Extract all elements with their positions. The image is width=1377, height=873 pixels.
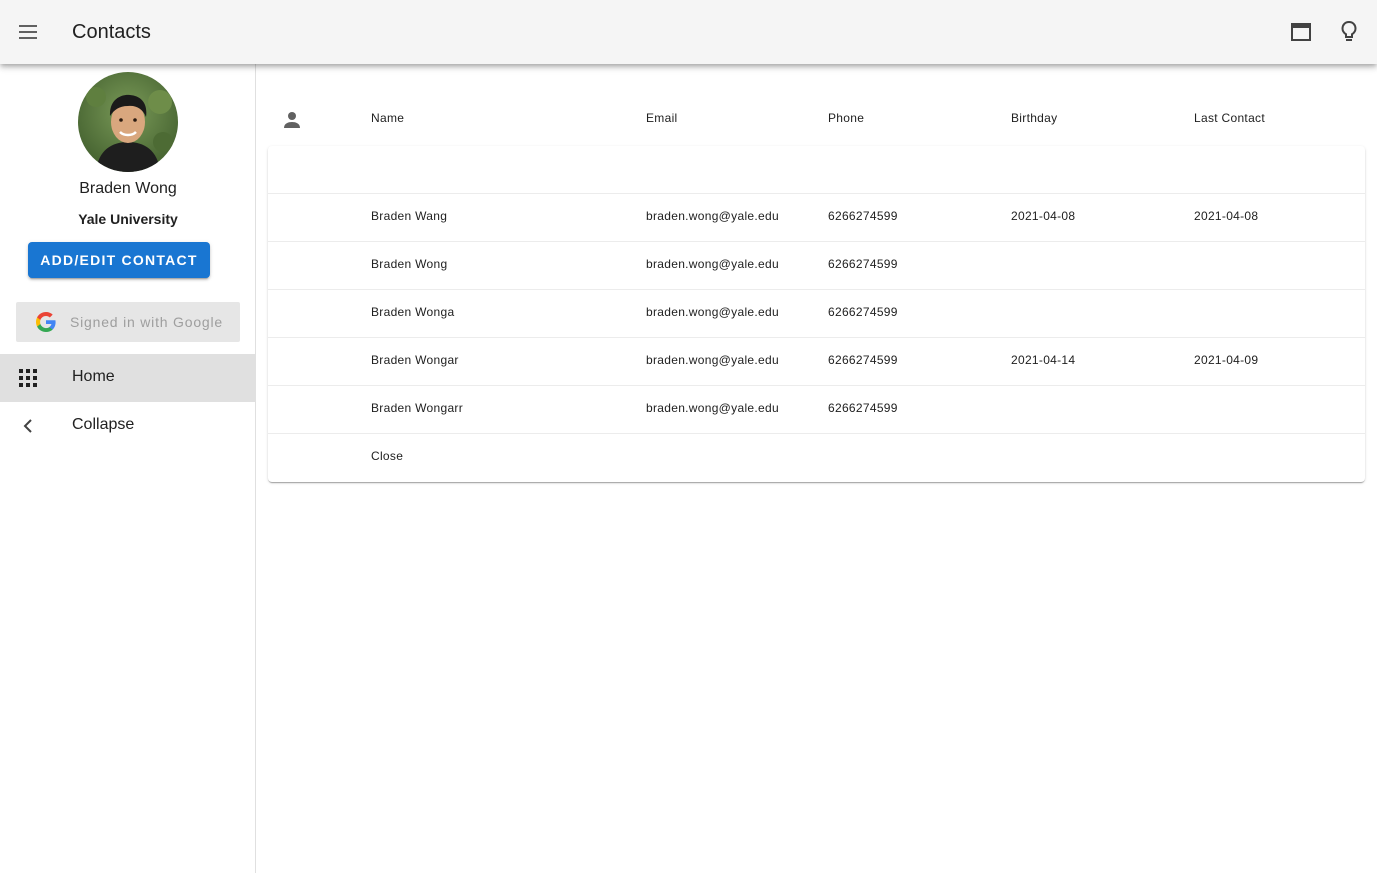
table-row[interactable]: Braden Wong braden.wong@yale.edu 6266274… (268, 242, 1365, 290)
cell-phone: 6266274599 (828, 209, 898, 223)
cell-name: Braden Wonga (371, 305, 455, 319)
table-row[interactable]: Braden Wongarr braden.wong@yale.edu 6266… (268, 386, 1365, 434)
column-header-last-contact[interactable]: Last Contact (1194, 111, 1265, 125)
close-link[interactable]: Close (371, 449, 403, 463)
google-signin-button[interactable]: Signed in with Google (16, 302, 240, 342)
profile-name: Braden Wong (79, 180, 177, 197)
profile-organization: Yale University (78, 211, 178, 227)
cell-name: Braden Wongarr (371, 401, 464, 415)
nav-item-home[interactable]: Home (0, 354, 255, 402)
menu-icon[interactable] (12, 16, 44, 48)
cell-name: Braden Wong (371, 257, 448, 271)
avatar (78, 72, 178, 172)
table-row[interactable]: Braden Wang braden.wong@yale.edu 6266274… (268, 194, 1365, 242)
table-row[interactable]: Braden Wonga braden.wong@yale.edu 626627… (268, 290, 1365, 338)
google-icon (36, 312, 56, 332)
column-header-phone[interactable]: Phone (828, 111, 864, 125)
cell-email: braden.wong@yale.edu (646, 305, 779, 319)
window-icon[interactable] (1285, 16, 1317, 48)
cell-name: Braden Wongar (371, 353, 459, 367)
nav-item-label: Collapse (72, 416, 135, 433)
lightbulb-icon[interactable] (1333, 16, 1365, 48)
chevron-left-icon (16, 414, 40, 438)
cell-email: braden.wong@yale.edu (646, 353, 779, 367)
page-title: Contacts (72, 21, 151, 43)
table-row[interactable] (268, 146, 1365, 194)
cell-last-contact: 2021-04-08 (1194, 209, 1259, 223)
add-edit-contact-button[interactable]: ADD/EDIT CONTACT (28, 242, 210, 278)
cell-phone: 6266274599 (828, 401, 898, 415)
app-bar: Contacts (0, 0, 1377, 64)
cell-email: braden.wong@yale.edu (646, 401, 779, 415)
google-signin-label: Signed in with Google (70, 314, 223, 330)
cell-last-contact: 2021-04-09 (1194, 353, 1259, 367)
cell-birthday: 2021-04-08 (1011, 209, 1076, 223)
cell-birthday: 2021-04-14 (1011, 353, 1076, 367)
table-row-close[interactable]: Close (268, 434, 1365, 482)
person-icon (280, 108, 304, 132)
cell-name: Braden Wang (371, 209, 448, 223)
contacts-table: Braden Wang braden.wong@yale.edu 6266274… (268, 146, 1365, 482)
nav-item-label: Home (72, 368, 115, 385)
column-header-birthday[interactable]: Birthday (1011, 111, 1057, 125)
cell-email: braden.wong@yale.edu (646, 257, 779, 271)
table-row[interactable]: Braden Wongar braden.wong@yale.edu 62662… (268, 338, 1365, 386)
column-header-name[interactable]: Name (371, 111, 404, 125)
cell-phone: 6266274599 (828, 257, 898, 271)
sidebar: Braden Wong Yale University ADD/EDIT CON… (0, 64, 256, 873)
column-header-email[interactable]: Email (646, 111, 678, 125)
cell-phone: 6266274599 (828, 305, 898, 319)
cell-phone: 6266274599 (828, 353, 898, 367)
apps-grid-icon (16, 366, 40, 390)
nav-item-collapse[interactable]: Collapse (0, 402, 255, 450)
cell-email: braden.wong@yale.edu (646, 209, 779, 223)
